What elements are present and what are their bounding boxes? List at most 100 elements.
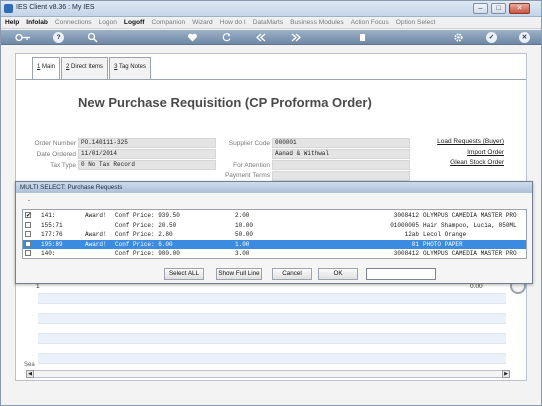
list-item[interactable]: ✔ 141: Award! Conf Price: 939.50 2.00 3008412… [23, 211, 526, 220]
list-item[interactable]: 155:71 Conf Price: 20.50 10.00 01000005 Hair… [23, 221, 526, 230]
table-row[interactable] [38, 354, 506, 364]
fast-forward-icon[interactable] [291, 32, 302, 43]
quantity: 3.00 [235, 250, 250, 258]
grid-row-number: 1 [36, 283, 40, 290]
conf-price: Conf Price: 939.50 [115, 212, 180, 219]
scroll-right-icon[interactable]: ▶ [502, 370, 510, 378]
tab-tag-notes[interactable]: 3 Tag Notes [109, 57, 151, 79]
glean-stock-order-link[interactable]: Glean Stock Order [416, 159, 504, 166]
key-icon[interactable] [15, 32, 31, 43]
request-id: 140: [41, 250, 56, 258]
menu-item-help[interactable]: Help [5, 19, 19, 26]
ok-button[interactable]: OK [318, 268, 358, 280]
maximize-button[interactable]: □ [491, 3, 506, 14]
payment-terms-field[interactable] [272, 171, 410, 181]
stop-icon[interactable] [357, 32, 368, 43]
supplier-code-field[interactable]: 000001 [272, 138, 410, 148]
close-button[interactable]: ✕ [509, 3, 530, 14]
quantity: 10.00 [235, 221, 254, 229]
request-id: 195:89 [41, 240, 63, 248]
request-id: 155:71 [41, 221, 63, 229]
menu-item-how-do-i[interactable]: How do I [220, 19, 246, 26]
request-id: 141: [41, 212, 56, 219]
for-attention-field[interactable] [272, 160, 410, 170]
row-checkbox[interactable]: ✔ [25, 212, 31, 219]
list-item[interactable]: 195:89 Award! Conf Price: 6.00 1.00 01 PHOTO … [23, 239, 526, 249]
show-full-line-button[interactable]: Show Full Line [216, 268, 262, 280]
dialog-input[interactable] [366, 268, 436, 280]
table-row[interactable] [38, 344, 506, 354]
menu-item-infolab[interactable]: Infolab [26, 19, 48, 26]
multi-select-dialog: MULTI SELECT: Purchase Requests - ✔ 141: A… [15, 181, 533, 284]
table-row[interactable] [38, 284, 506, 294]
order-number-field[interactable]: PO.140111-325 [78, 138, 216, 148]
supplier-name-field: Aanad & Withwal [272, 149, 410, 159]
list-item[interactable]: 140: Conf Price: 980.00 3.00 3008412 OLYMPUS… [23, 249, 526, 258]
date-ordered-field[interactable]: 11/01/2014 [78, 149, 216, 159]
menu-item-wizard[interactable]: Wizard [192, 19, 213, 26]
tax-type-label: Tax Type [50, 162, 76, 169]
settings-icon[interactable] [453, 32, 464, 43]
refresh-icon[interactable] [221, 32, 232, 43]
search-icon[interactable] [87, 32, 98, 43]
menu-item-action-focus[interactable]: Action Focus [351, 19, 389, 26]
cancel-button[interactable]: Cancel [272, 268, 312, 280]
row-checkbox[interactable] [25, 231, 31, 238]
table-row[interactable] [38, 314, 506, 324]
menu-item-datamarts[interactable]: DataMarts [253, 19, 283, 26]
row-checkbox[interactable] [25, 221, 31, 228]
quantity: 50.00 [235, 231, 254, 239]
page-title: New Purchase Requisition (CP Proforma Or… [78, 95, 372, 110]
item-description: Lecol Orange [423, 231, 467, 239]
load-requests-link[interactable]: Load Requests (Buyer) [416, 138, 504, 145]
tab-direct-items-label: Direct Items [71, 64, 104, 70]
help-icon[interactable]: ? [53, 32, 64, 43]
tab-direct-items-number: 2 [66, 64, 70, 70]
item-code: 3008412 [393, 212, 419, 219]
menu-bar: Help Infolab Connections Logon Logoff Compani… [1, 17, 541, 29]
heart-icon[interactable] [187, 32, 198, 43]
menu-item-business-modules[interactable]: Business Modules [290, 19, 344, 26]
import-order-link[interactable]: Import Order [416, 149, 504, 156]
tab-direct-items[interactable]: 2 Direct Items [61, 57, 109, 79]
item-description: OLYMPUS CAMEDIA MASTER PRO [423, 212, 517, 219]
horizontal-scrollbar[interactable]: ◀ ▶ [26, 370, 510, 378]
item-code: 3008412 [393, 250, 419, 258]
list-item[interactable]: 177:76 Award! Conf Price: 2.80 50.00 12ab Lec… [23, 230, 526, 239]
purchase-requests-list: ✔ 141: Award! Conf Price: 939.50 2.00 3008412… [22, 209, 527, 259]
supplier-code-label: Supplier Code [228, 140, 270, 147]
menu-item-companion[interactable]: Companion [151, 19, 185, 26]
menu-item-option-select[interactable]: Option Select [396, 19, 436, 26]
scroll-left-icon[interactable]: ◀ [26, 370, 34, 378]
dialog-title: MULTI SELECT: Purchase Requests [16, 182, 532, 193]
ok-icon[interactable]: ✓ [486, 32, 497, 43]
table-row[interactable] [38, 304, 506, 314]
table-row[interactable] [38, 294, 506, 304]
tab-main[interactable]: 1 Main [32, 57, 61, 79]
close-icon[interactable]: ✕ [519, 32, 530, 43]
minimize-button[interactable]: – [473, 3, 488, 14]
conf-price: Conf Price: 20.50 [115, 221, 177, 229]
item-description: OLYMPUS CAMEDIA MASTER PRO [423, 250, 517, 258]
select-all-button[interactable]: Select ALL [164, 268, 204, 280]
tab-divider [16, 79, 526, 80]
conf-price: Conf Price: 6.00 [115, 240, 173, 248]
menu-item-logon[interactable]: Logon [99, 19, 117, 26]
tab-main-label: Main [42, 64, 56, 70]
row-checkbox[interactable] [25, 240, 31, 247]
table-row[interactable] [38, 334, 506, 344]
conf-price: Conf Price: 2.80 [115, 231, 173, 239]
tab-tag-notes-number: 3 [114, 64, 118, 70]
table-row[interactable] [38, 324, 506, 334]
toolbar: ? ✓ ✕ [1, 30, 541, 45]
quantity: 2.00 [235, 212, 250, 219]
row-checkbox[interactable] [25, 250, 31, 257]
rewind-icon[interactable] [255, 32, 266, 43]
tax-type-field[interactable]: 0 No Tax Record [78, 160, 216, 170]
side-label: Sea [24, 362, 35, 368]
item-code: 12ab [404, 231, 419, 239]
menu-item-connections[interactable]: Connections [55, 19, 92, 26]
item-code: 01 [411, 240, 419, 248]
award-flag: Award! [85, 212, 107, 219]
menu-item-logoff[interactable]: Logoff [124, 19, 145, 26]
